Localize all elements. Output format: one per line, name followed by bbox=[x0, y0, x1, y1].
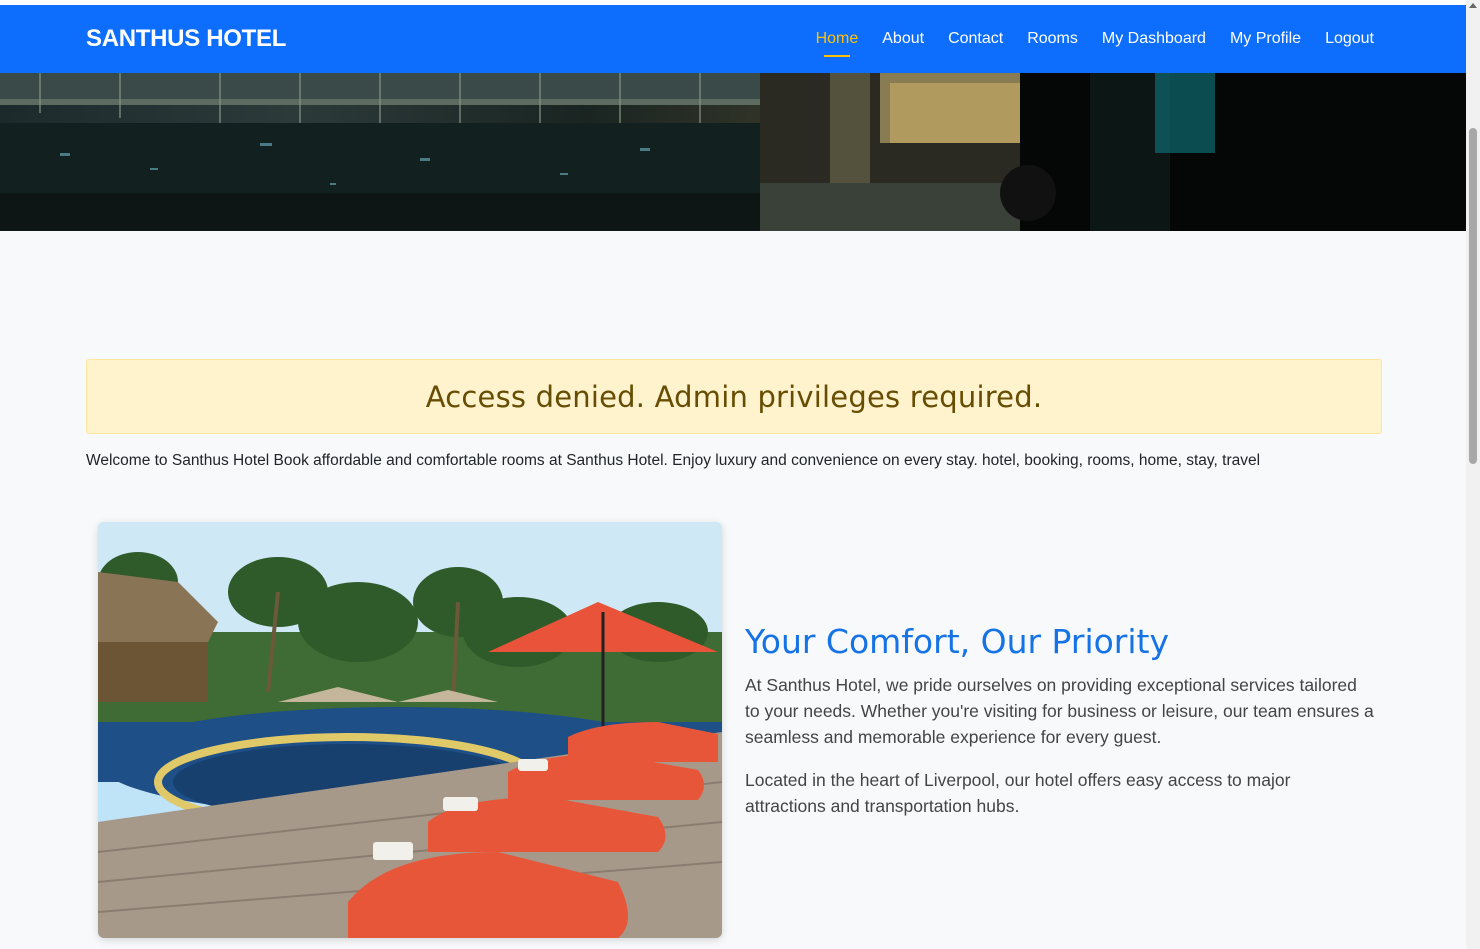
brand-logo[interactable]: SANTHUS HOTEL bbox=[86, 5, 286, 73]
hero-image bbox=[0, 73, 1466, 231]
navbar: SANTHUS HOTEL Home About Contact Rooms M… bbox=[0, 5, 1466, 73]
page-scrollbar[interactable] bbox=[1466, 0, 1480, 949]
hero-night-scene bbox=[0, 73, 1466, 231]
access-denied-alert: Access denied. Admin privileges required… bbox=[86, 359, 1382, 434]
nav-link-my-profile[interactable]: My Profile bbox=[1230, 30, 1301, 47]
nav-link-rooms[interactable]: Rooms bbox=[1027, 30, 1078, 47]
alert-message: Access denied. Admin privileges required… bbox=[425, 379, 1043, 414]
feature-paragraph-2: Located in the heart of Liverpool, our h… bbox=[745, 770, 1291, 816]
nav-links: Home About Contact Rooms My Dashboard My… bbox=[816, 5, 1374, 73]
scroll-up-arrow-icon[interactable] bbox=[1469, 3, 1477, 8]
pool-scene bbox=[98, 522, 722, 938]
nav-link-my-dashboard[interactable]: My Dashboard bbox=[1102, 30, 1206, 47]
nav-link-about[interactable]: About bbox=[882, 30, 924, 47]
welcome-text: Welcome to Santhus Hotel Book affordable… bbox=[86, 452, 1261, 469]
feature-title: Your Comfort, Our Priority bbox=[745, 622, 1170, 661]
scroll-thumb[interactable] bbox=[1469, 128, 1477, 464]
nav-link-contact[interactable]: Contact bbox=[948, 30, 1003, 47]
nav-link-home[interactable]: Home bbox=[816, 30, 859, 47]
feature-paragraph-1: At Santhus Hotel, we pride ourselves on … bbox=[745, 675, 1374, 747]
pool-image bbox=[98, 522, 722, 938]
nav-link-logout[interactable]: Logout bbox=[1325, 30, 1374, 47]
